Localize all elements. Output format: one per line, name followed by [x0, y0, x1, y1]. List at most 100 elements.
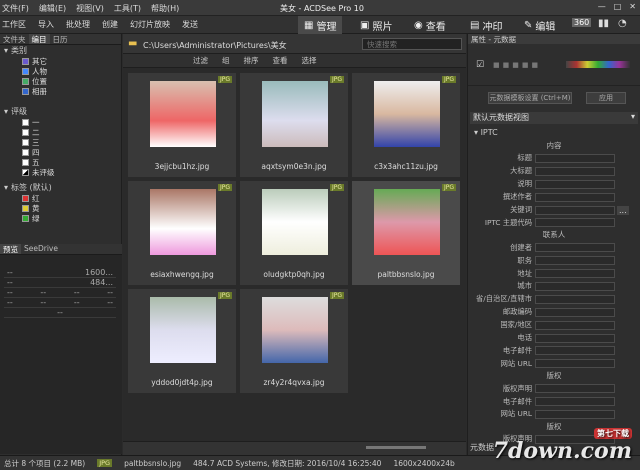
metadata-field: 网站 URL: [468, 357, 640, 370]
mode-edit[interactable]: ✎ 编辑: [518, 16, 561, 34]
sort-menu[interactable]: 排序: [244, 55, 259, 66]
metadata-input[interactable]: [535, 179, 615, 189]
categories-header[interactable]: ▾ 类别: [0, 45, 121, 56]
dashboard-icon[interactable]: ◔: [618, 18, 627, 29]
tab-calendar[interactable]: 日历: [50, 34, 71, 44]
tab-catalog[interactable]: 编目: [28, 34, 50, 44]
apply-button[interactable]: 应用: [586, 92, 626, 104]
maximize-icon[interactable]: □: [614, 2, 622, 11]
folder-path[interactable]: C:\Users\Administrator\Pictures\美女: [143, 40, 287, 51]
thumbnail-item[interactable]: JPG zr4y2r4qvxa.jpg: [239, 288, 349, 394]
thumbnail-item[interactable]: JPG aqxtsym0e3n.jpg: [239, 72, 349, 178]
label-item[interactable]: 绿: [0, 213, 121, 223]
chart-icon[interactable]: ▮▮: [598, 18, 609, 29]
mode-view[interactable]: ◉ 查看: [408, 16, 452, 34]
group-menu[interactable]: 组: [222, 55, 230, 66]
360-icon[interactable]: 360: [572, 18, 592, 27]
category-item[interactable]: 位置: [0, 76, 121, 86]
send-button[interactable]: 发送: [182, 19, 198, 30]
create-button[interactable]: 创建: [102, 19, 118, 30]
photo-thumbnail: [150, 81, 216, 147]
photo-thumbnail: [374, 81, 440, 147]
category-icon: [22, 67, 29, 75]
metadata-input[interactable]: [535, 384, 615, 394]
metadata-input[interactable]: [535, 397, 615, 407]
more-button[interactable]: ...: [617, 205, 629, 215]
mode-manage[interactable]: ▦ 管理: [298, 16, 343, 34]
metadata-input[interactable]: [535, 218, 615, 228]
metadata-input[interactable]: [535, 192, 615, 202]
rating-item[interactable]: 二: [0, 127, 121, 137]
import-button[interactable]: 导入: [38, 19, 54, 30]
view-menu[interactable]: 查看: [273, 55, 288, 66]
metadata-input[interactable]: [535, 205, 615, 215]
metadata-field: 电子邮件: [468, 395, 640, 408]
menu-tools[interactable]: 工具(T): [114, 3, 141, 14]
minimize-icon[interactable]: —: [598, 2, 606, 11]
metadata-view-select[interactable]: 默认元数据视图 ▾: [470, 112, 638, 124]
label-item[interactable]: 红: [0, 193, 121, 203]
metadata-input[interactable]: [535, 409, 615, 419]
metadata-input[interactable]: [535, 166, 615, 176]
metadata-input[interactable]: [535, 243, 615, 253]
metadata-input[interactable]: [535, 333, 615, 343]
metadata-field: 大标题: [468, 165, 640, 178]
rating-selector[interactable]: ■■■■■: [493, 61, 541, 69]
iptc-section-header[interactable]: ▾ IPTC: [468, 128, 640, 140]
label-item[interactable]: 黄: [0, 203, 121, 213]
metadata-input[interactable]: [535, 153, 615, 163]
check-icon[interactable]: ☑: [476, 60, 484, 70]
photo-thumbnail: [262, 189, 328, 255]
select-menu[interactable]: 选择: [302, 55, 317, 66]
quick-search-input[interactable]: [362, 38, 462, 50]
menu-view[interactable]: 视图(V): [76, 3, 104, 14]
metadata-input[interactable]: [535, 294, 615, 304]
thumbnail-item[interactable]: JPG 3ejjcbu1hz.jpg: [127, 72, 237, 178]
status-filename: paltbbsnslo.jpg: [124, 458, 182, 468]
slideshow-button[interactable]: 幻灯片放映: [130, 19, 170, 30]
rating-item[interactable]: 四: [0, 147, 121, 157]
metadata-input[interactable]: [535, 346, 615, 356]
properties-panel: 属性 - 元数据 ☑ ■■■■■ 元数据模板设置 (Ctrl+M) 应用 默认元…: [467, 34, 640, 455]
metadata-tab[interactable]: 元数据: [470, 442, 494, 453]
thumbnail-item-selected[interactable]: JPG paltbbsnslo.jpg: [351, 180, 461, 286]
mode-develop[interactable]: ▤ 冲印: [464, 16, 508, 34]
metadata-input[interactable]: [535, 256, 615, 266]
metadata-input[interactable]: [535, 307, 615, 317]
metadata-field: 标题: [468, 152, 640, 165]
tab-seedrive[interactable]: SeeDrive: [21, 244, 61, 254]
thumbnail-item[interactable]: JPG esiaxhwengq.jpg: [127, 180, 237, 286]
category-item[interactable]: 其它: [0, 56, 121, 66]
tab-folders[interactable]: 文件夹: [0, 34, 29, 44]
window-title: 美女 - ACDSee Pro 10: [280, 4, 364, 13]
thumbnail-item[interactable]: JPG oludgktp0qh.jpg: [239, 180, 349, 286]
rating-item[interactable]: 未评级: [0, 167, 121, 177]
rating-item[interactable]: 三: [0, 137, 121, 147]
metadata-input[interactable]: [535, 320, 615, 330]
tab-preview[interactable]: 预览: [0, 244, 21, 254]
menu-file[interactable]: 文件(F): [2, 3, 29, 14]
menu-help[interactable]: 帮助(H): [151, 3, 179, 14]
metadata-input[interactable]: [535, 269, 615, 279]
metadata-input[interactable]: [535, 281, 615, 291]
rating-item[interactable]: 五: [0, 157, 121, 167]
metadata-template-button[interactable]: 元数据模板设置 (Ctrl+M): [488, 92, 572, 104]
close-icon[interactable]: ✕: [629, 2, 636, 11]
metadata-field: 城市: [468, 280, 640, 293]
mode-photos[interactable]: ▣ 照片: [354, 16, 398, 34]
category-item[interactable]: 人物: [0, 66, 121, 76]
thumbnail-item[interactable]: JPG c3x3ahc11zu.jpg: [351, 72, 461, 178]
menu-edit[interactable]: 编辑(E): [39, 3, 66, 14]
category-item[interactable]: 相册: [0, 86, 121, 96]
batch-button[interactable]: 批处理: [66, 19, 90, 30]
labels-header[interactable]: ▾ 标签 (默认): [0, 182, 121, 193]
zoom-slider[interactable]: [366, 446, 426, 449]
ratings-header[interactable]: ▾ 评级: [0, 106, 121, 117]
rating-item[interactable]: 一: [0, 117, 121, 127]
thumbnail-item[interactable]: JPG yddod0jdt4p.jpg: [127, 288, 237, 394]
workspace-button[interactable]: 工作区: [2, 19, 26, 30]
color-label-selector[interactable]: [566, 61, 630, 68]
left-panel: 文件夹 编目 日历 ▾ 类别 其它 人物 位置 相册 ▾ 评级 一 二 三 四 五 …: [0, 34, 122, 455]
filter-menu[interactable]: 过滤: [193, 55, 208, 66]
metadata-input[interactable]: [535, 359, 615, 369]
